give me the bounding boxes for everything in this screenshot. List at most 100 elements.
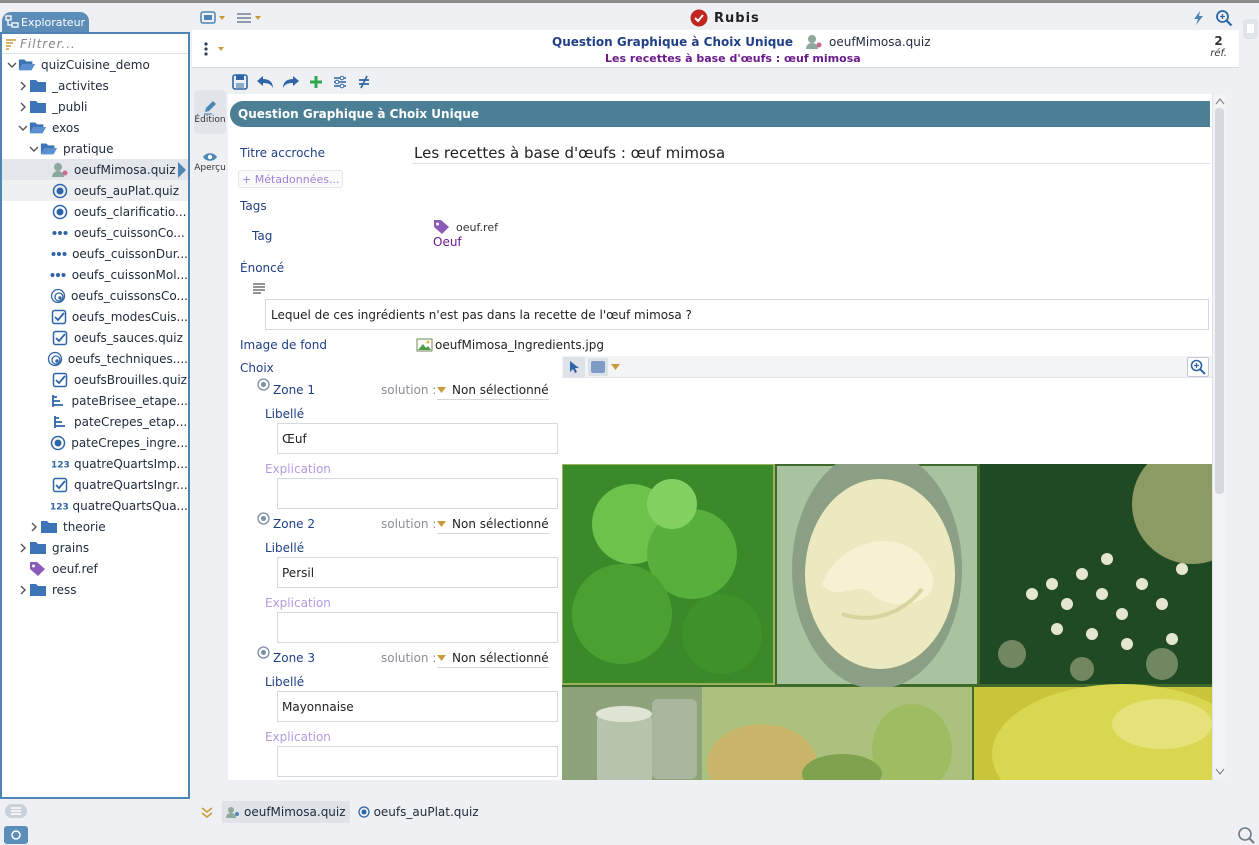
chevron-right-icon[interactable]: [17, 81, 29, 91]
explication-field[interactable]: [277, 478, 558, 509]
chevron-right-icon[interactable]: [28, 522, 40, 532]
tree-item[interactable]: _activites: [2, 75, 188, 96]
refs-counter[interactable]: 2 réf.: [1210, 34, 1227, 59]
scroll-thumb[interactable]: [1215, 108, 1224, 494]
view-mode-icon[interactable]: [200, 11, 230, 25]
list-view-icon[interactable]: [4, 803, 28, 819]
checkbox-icon: [50, 309, 67, 325]
enonce-field[interactable]: Lequel de ces ingrédients n'est pas dans…: [265, 299, 1209, 330]
folder-open-icon: [40, 141, 58, 157]
tree-item[interactable]: oeuf.ref: [2, 558, 188, 579]
solution-select[interactable]: Non sélectionné: [437, 648, 549, 668]
metadata-button[interactable]: + Métadonnées...: [238, 170, 344, 188]
edit-mode-button[interactable]: Édition: [194, 90, 226, 134]
tree-item[interactable]: exos: [2, 117, 188, 138]
pointer-tool-icon[interactable]: [563, 357, 585, 377]
dropdown-arrow-icon: [437, 520, 446, 527]
redo-icon[interactable]: [282, 74, 300, 90]
folder-icon: [40, 519, 58, 535]
chevron-down-icon[interactable]: [28, 144, 40, 154]
undo-icon[interactable]: [256, 74, 274, 90]
tree-item[interactable]: 123 quatreQuartsImp...: [2, 453, 188, 474]
libelle-field[interactable]: Œuf: [277, 423, 558, 454]
side-tab-icon[interactable]: [1242, 18, 1259, 40]
graphic-choice-icon: [805, 34, 823, 50]
chevron-right-icon[interactable]: [17, 585, 29, 595]
tree-item-label: exos: [52, 120, 80, 135]
paragraph-icon[interactable]: [253, 283, 265, 294]
tree-item[interactable]: oeufs_cuissonMol...: [2, 264, 188, 285]
tree-item[interactable]: pratique: [2, 138, 188, 159]
tag-chip[interactable]: oeuf.ref Oeuf: [433, 219, 498, 249]
tree-item[interactable]: oeufs_cuissonCo...: [2, 222, 188, 243]
tab-label: oeufMimosa.quiz: [244, 805, 346, 819]
diff-icon[interactable]: [356, 74, 372, 90]
rectangle-tool-icon[interactable]: [588, 357, 622, 377]
chevron-right-icon[interactable]: [17, 543, 29, 553]
menu-icon[interactable]: [236, 11, 266, 25]
folder-open-icon: [29, 120, 47, 136]
tree-item[interactable]: pateBrisee_etape...: [2, 390, 188, 411]
chevron-down-icon[interactable]: [17, 123, 29, 133]
tree-rows: quizCuisine_demo _activites _publiexos prat…: [2, 54, 188, 794]
preview-mode-button[interactable]: Aperçu: [194, 140, 226, 184]
radio-icon[interactable]: [257, 646, 270, 659]
titre-field[interactable]: Les recettes à base d'œufs : œuf mimosa: [412, 142, 1210, 164]
tree-item[interactable]: oeufs_modesCuis...: [2, 306, 188, 327]
tree-item-label: quatreQuartsIngr...: [74, 477, 188, 492]
add-icon[interactable]: [308, 74, 324, 90]
chevron-right-icon[interactable]: [17, 102, 29, 112]
radio-icon[interactable]: [257, 378, 270, 391]
zoom-corner-icon[interactable]: [1236, 826, 1256, 844]
image-file[interactable]: oeufMimosa_Ingredients.jpg: [416, 338, 604, 352]
tree-item[interactable]: quizCuisine_demo: [2, 54, 188, 75]
tree-item[interactable]: pateCrepes_etap...: [2, 411, 188, 432]
tree-item[interactable]: oeufs_sauces.quiz: [2, 327, 188, 348]
tree-item[interactable]: ress: [2, 579, 188, 600]
tree-item[interactable]: pateCrepes_ingre...: [2, 432, 188, 453]
libelle-field[interactable]: Persil: [277, 557, 558, 588]
tab-oeufMimosa[interactable]: oeufMimosa.quiz: [222, 801, 350, 823]
explication-field[interactable]: [277, 612, 558, 643]
explorer-tab[interactable]: Explorateur: [2, 12, 89, 32]
tree-item[interactable]: oeufs_auPlat.quiz: [2, 180, 188, 201]
tree-item[interactable]: oeufs_clarificatio...: [2, 201, 188, 222]
chevron-down-icon[interactable]: [6, 60, 18, 70]
tree-item[interactable]: oeufs_cuissonsCo...: [2, 285, 188, 306]
image-label: Image de fond: [240, 338, 327, 352]
salt-shaker-photo: [562, 687, 702, 780]
libelle-field[interactable]: Mayonnaise: [277, 691, 558, 722]
tree-item[interactable]: oeufsBrouilles.quiz: [2, 369, 188, 390]
explication-field[interactable]: [277, 746, 558, 777]
settings-corner-icon[interactable]: [4, 826, 28, 844]
settings-sliders-icon[interactable]: [332, 74, 348, 90]
tree-item-label: quatreQuartsImp...: [74, 456, 188, 471]
image-zoom-icon[interactable]: [1187, 357, 1209, 377]
collapse-icon[interactable]: [192, 806, 222, 818]
tree-item[interactable]: oeufMimosa.quiz: [2, 159, 188, 180]
more-options-icon[interactable]: [202, 42, 228, 56]
tree-item[interactable]: grains: [2, 537, 188, 558]
scroll-up-icon[interactable]: [1215, 97, 1225, 105]
scroll-down-icon[interactable]: [1215, 768, 1225, 776]
filter-input[interactable]: [20, 36, 170, 51]
tree-item[interactable]: quatreQuartsIngr...: [2, 474, 188, 495]
save-icon[interactable]: [232, 74, 248, 90]
solution-select[interactable]: Non sélectionné: [437, 380, 549, 400]
view-sidebar: Édition Aperçu: [192, 70, 228, 800]
header-filename: oeufMimosa.quiz: [828, 35, 931, 49]
radio-icon[interactable]: [257, 512, 270, 525]
tree-item[interactable]: theorie: [2, 516, 188, 537]
tree-item[interactable]: _publi: [2, 96, 188, 117]
explication-label: Explication: [265, 462, 331, 476]
vertical-scrollbar[interactable]: [1212, 94, 1226, 780]
search-icon[interactable]: [1215, 9, 1233, 27]
tree-item[interactable]: 123 quatreQuartsQua...: [2, 495, 188, 516]
lightning-icon[interactable]: [1192, 10, 1206, 26]
tree-item[interactable]: oeufs_cuissonDur...: [2, 243, 188, 264]
explication-label: Explication: [265, 730, 331, 744]
tree-item[interactable]: oeufs_techniques....: [2, 348, 188, 369]
solution-select[interactable]: Non sélectionné: [437, 514, 549, 534]
tab-oeufs-auPlat[interactable]: oeufs_auPlat.quiz: [354, 801, 483, 823]
background-image[interactable]: [562, 464, 1212, 780]
